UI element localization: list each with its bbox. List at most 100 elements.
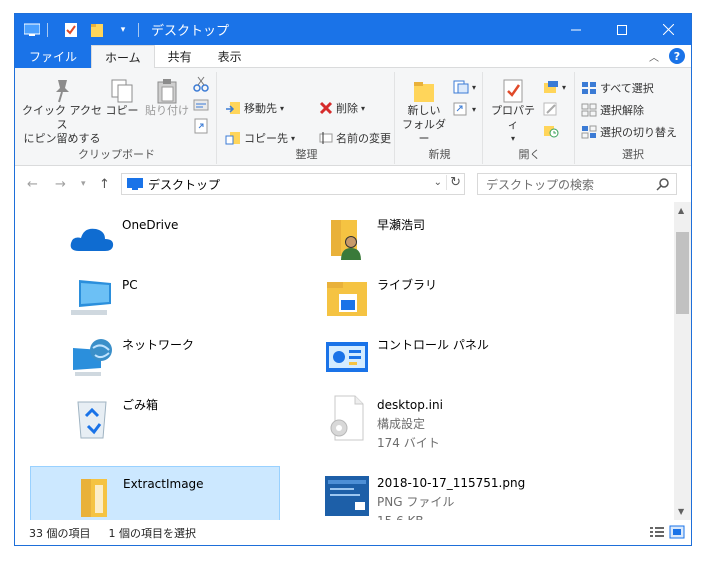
- control-panel-icon: [323, 334, 371, 382]
- details-view-icon[interactable]: [649, 525, 665, 539]
- up-arrow-icon[interactable]: ↑: [99, 177, 110, 192]
- history-icon[interactable]: [543, 124, 559, 138]
- list-item[interactable]: 2018-10-17_115751.png PNG ファイル 15.6 KB: [285, 466, 535, 528]
- copy-button[interactable]: コピー: [105, 78, 139, 118]
- user-folder-icon: [323, 214, 371, 262]
- address-dropdown-icon[interactable]: ⌄: [434, 177, 442, 188]
- item-type: PNG ファイル: [377, 495, 455, 509]
- list-item[interactable]: ネットワーク: [30, 328, 280, 388]
- help-icon[interactable]: ?: [669, 48, 685, 64]
- select-all-button[interactable]: すべて選択: [581, 80, 654, 96]
- list-item[interactable]: コントロール パネル: [285, 328, 535, 388]
- tab-file[interactable]: ファイル: [15, 45, 92, 68]
- back-arrow-icon[interactable]: ←: [27, 177, 38, 192]
- properties-button[interactable]: プロパティ ▾: [487, 78, 539, 146]
- properties-label: プロパティ: [491, 104, 535, 131]
- item-details: desktop.ini 構成設定 174 バイト: [377, 396, 443, 453]
- navigation-bar: ← → ▾ ↑ デスクトップ ⌄ ↻ デスクトップの検索: [15, 166, 691, 202]
- onedrive-icon: [68, 214, 116, 262]
- rename-label: 名前の変更: [336, 132, 391, 145]
- new-group-label: 新規: [428, 148, 451, 161]
- item-name: ExtractImage: [123, 477, 204, 491]
- address-path: デスクトップ: [148, 177, 221, 192]
- tab-home[interactable]: ホーム: [91, 45, 155, 69]
- organize-group: 移動先 ▾ コピー先 ▾ 削除 ▾ 名前の変更 整理: [219, 72, 395, 164]
- copy-to-label: コピー先: [244, 132, 288, 145]
- pin-quick-access-button[interactable]: クイック アクセス にピン留めする: [21, 78, 103, 146]
- invert-selection-label: 選択の切り替え: [600, 126, 677, 139]
- new-folder-button[interactable]: 新しい フォルダー: [401, 78, 447, 146]
- item-name: OneDrive: [122, 218, 179, 232]
- pin-icon: [56, 80, 69, 103]
- recycle-bin-icon: [68, 394, 116, 442]
- item-name: ネットワーク: [122, 338, 195, 352]
- title-bar: ▾ デスクトップ: [15, 14, 691, 45]
- copy-to-icon: [225, 132, 240, 145]
- address-bar[interactable]: デスクトップ ⌄ ↻: [121, 173, 465, 195]
- scrollbar-thumb[interactable]: [676, 232, 689, 314]
- pin-label-line2: にピン留めする: [23, 132, 101, 145]
- ribbon-tabs: ファイル ホーム 共有 表示 ︿ ?: [15, 45, 691, 69]
- vertical-scrollbar[interactable]: ▲ ▼: [674, 202, 691, 520]
- list-item[interactable]: OneDrive: [30, 208, 280, 268]
- search-icon: [656, 178, 669, 191]
- copy-to-button[interactable]: コピー先 ▾: [225, 130, 295, 146]
- list-item[interactable]: desktop.ini 構成設定 174 バイト: [285, 388, 535, 450]
- invert-selection-button[interactable]: 選択の切り替え: [581, 124, 677, 140]
- desktop-icon[interactable]: [23, 21, 41, 39]
- collapse-ribbon-icon[interactable]: ︿: [649, 49, 659, 64]
- select-all-label: すべて選択: [600, 82, 654, 95]
- scroll-up-icon[interactable]: ▲: [678, 206, 684, 215]
- list-item[interactable]: 早瀬浩司: [285, 208, 535, 268]
- item-name: 早瀬浩司: [377, 218, 426, 232]
- library-icon: [323, 274, 371, 322]
- cut-icon[interactable]: [193, 76, 209, 92]
- new-item-button[interactable]: ▾: [453, 80, 476, 94]
- scroll-down-icon[interactable]: ▼: [678, 507, 684, 516]
- organize-group-label: 整理: [295, 148, 318, 161]
- png-thumbnail-icon: [323, 472, 371, 520]
- easy-access-button[interactable]: ▾: [453, 102, 476, 116]
- recent-locations-icon[interactable]: ▾: [81, 179, 86, 189]
- pc-icon: [68, 274, 116, 322]
- large-icons-view-icon[interactable]: [669, 525, 685, 539]
- item-type: 構成設定: [377, 417, 426, 431]
- close-button[interactable]: [645, 14, 691, 45]
- window-title: デスクトップ: [151, 24, 230, 39]
- customize-quick-access-icon[interactable]: ▾: [114, 21, 132, 39]
- search-input[interactable]: デスクトップの検索: [477, 173, 677, 195]
- delete-label: 削除: [336, 102, 358, 115]
- new-folder-quick-icon[interactable]: [88, 21, 106, 39]
- edit-icon[interactable]: [543, 102, 559, 116]
- clipboard-group: クイック アクセス にピン留めする コピー 貼り付け クリップボード: [17, 72, 217, 164]
- paste-button[interactable]: 貼り付け: [145, 78, 189, 118]
- easy-access-icon: [453, 102, 467, 116]
- move-to-icon: [226, 102, 240, 114]
- list-item[interactable]: PC: [30, 268, 280, 328]
- minimize-button[interactable]: [553, 14, 599, 45]
- rename-button[interactable]: 名前の変更: [319, 130, 391, 146]
- explorer-window: ▾ デスクトップ ファイル ホーム 共有 表示 ︿ ? クイック アクセス にピ…: [14, 13, 692, 546]
- copy-path-icon[interactable]: [193, 98, 209, 112]
- list-item[interactable]: ライブラリ: [285, 268, 535, 328]
- maximize-button[interactable]: [599, 14, 645, 45]
- select-none-button[interactable]: 選択解除: [581, 102, 644, 118]
- tab-view[interactable]: 表示: [205, 45, 255, 68]
- move-to-button[interactable]: 移動先 ▾: [225, 100, 284, 116]
- delete-button[interactable]: 削除 ▾: [319, 100, 365, 116]
- paste-shortcut-icon[interactable]: [193, 118, 209, 134]
- clipboard-group-label: クリップボード: [78, 148, 155, 161]
- item-size: 174 バイト: [377, 436, 440, 450]
- item-name: PC: [122, 278, 138, 292]
- list-item[interactable]: ExtractImage: [30, 466, 280, 526]
- ini-file-icon: [323, 394, 371, 442]
- delete-icon: [319, 101, 333, 115]
- list-item[interactable]: ごみ箱: [30, 388, 280, 448]
- tab-share[interactable]: 共有: [155, 45, 205, 68]
- refresh-icon[interactable]: ↻: [446, 175, 461, 190]
- open-button[interactable]: ▾: [543, 80, 566, 94]
- properties-quick-icon[interactable]: [62, 21, 80, 39]
- forward-arrow-icon[interactable]: →: [55, 177, 66, 192]
- folder-icon: [69, 473, 117, 521]
- item-name: 2018-10-17_115751.png: [377, 476, 526, 490]
